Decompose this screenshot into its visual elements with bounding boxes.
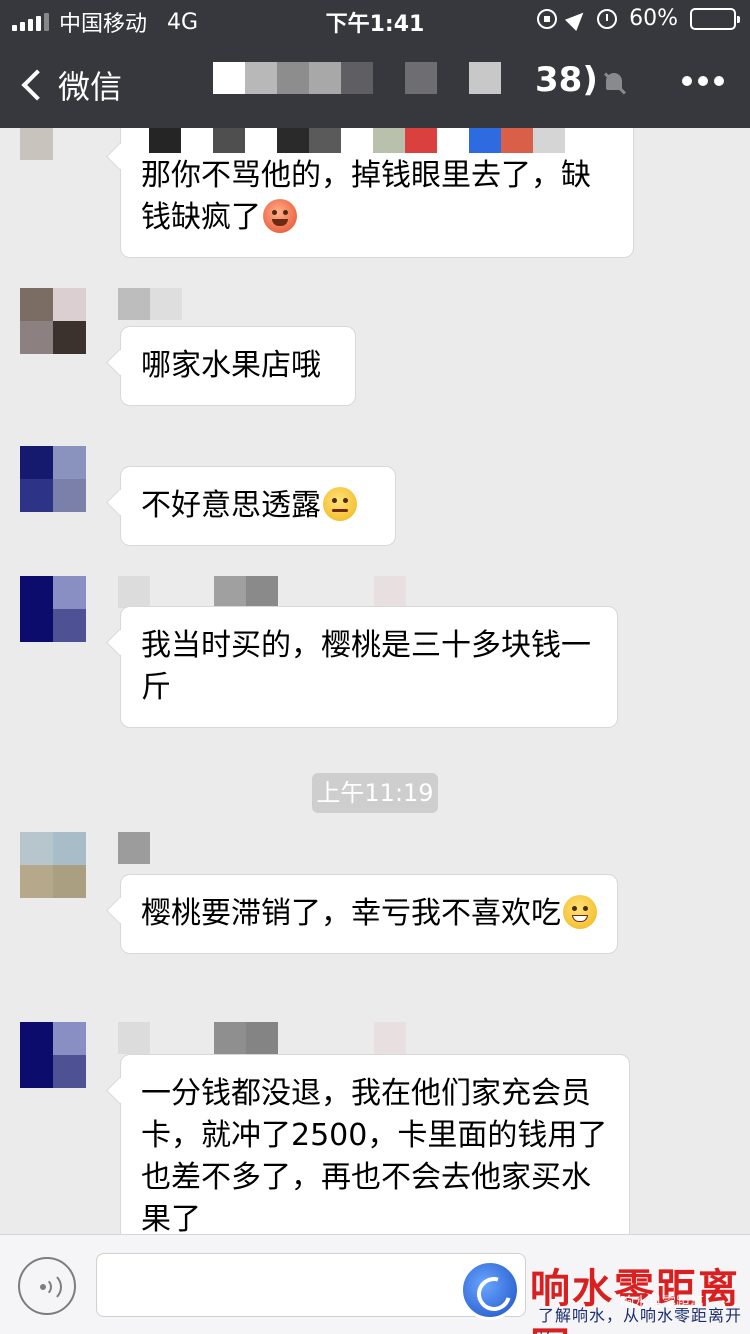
nickname-pixelated <box>149 128 565 153</box>
nickname-pixelated <box>118 832 150 864</box>
avatar[interactable] <box>20 832 86 898</box>
watermark: 响水零距离网 响水县零距离 了解响水，从响水零距离开始 <box>460 1256 750 1334</box>
grinning-face-emoji <box>563 895 597 929</box>
message-text: 樱桃要滞销了，幸亏我不喜欢吃 <box>141 896 561 931</box>
chevron-left-icon <box>21 69 53 101</box>
message-bubble[interactable]: 我当时买的，樱桃是三十多块钱一斤 <box>120 606 618 728</box>
location-icon <box>565 6 590 31</box>
message-bubble[interactable]: 一分钱都没退，我在他们家充会员卡，就冲了2500，卡里面的钱用了也差不多了，再也… <box>120 1054 630 1234</box>
back-button[interactable]: 微信 <box>20 62 122 108</box>
battery-icon <box>690 7 740 30</box>
avatar[interactable] <box>20 446 86 512</box>
chat-title-pixelated <box>213 62 533 94</box>
mute-bell-icon <box>603 72 627 95</box>
message-bubble[interactable]: 樱桃要滞销了，幸亏我不喜欢吃 <box>120 874 618 954</box>
rotation-lock-icon <box>537 8 558 29</box>
chat-area: 那你不骂他的，掉钱眼里去了，缺钱缺疯了 哪家水果店哦 不好意思透露 我当时买的，… <box>0 128 750 1234</box>
nickname-pixelated <box>118 1022 406 1054</box>
message-text: 我当时买的，樱桃是三十多块钱一斤 <box>141 628 591 705</box>
watermark-subtitle: 了解响水，从响水零距离开始 <box>538 1306 743 1334</box>
avatar[interactable] <box>20 1022 86 1088</box>
avatar[interactable] <box>20 288 86 354</box>
voice-dot <box>40 1284 46 1290</box>
top-bar: 中国移动 4G 下午1:41 60% 微信 38) <box>0 0 750 128</box>
angry-face-emoji <box>263 199 297 233</box>
message-text: 哪家水果店哦 <box>141 348 321 383</box>
voice-input-button[interactable] <box>18 1257 76 1315</box>
timestamp: 上午11:19 <box>312 773 438 813</box>
back-label: 微信 <box>58 68 123 106</box>
more-options-button[interactable] <box>682 76 724 86</box>
nickname-pixelated <box>118 576 406 608</box>
battery-percent: 60% <box>629 6 678 31</box>
message-bubble[interactable]: 不好意思透露 <box>120 466 396 546</box>
alarm-icon <box>597 8 618 29</box>
member-count: 38) <box>535 60 598 100</box>
thinking-face-emoji <box>323 487 357 521</box>
message-text: 那你不骂他的，掉钱眼里去了，缺钱缺疯了 <box>141 158 591 235</box>
avatar[interactable] <box>20 576 86 642</box>
watermark-logo-icon <box>460 1260 520 1320</box>
message-text: 不好意思透露 <box>141 488 321 523</box>
message-bubble[interactable]: 哪家水果店哦 <box>120 326 356 406</box>
avatar[interactable] <box>20 128 86 160</box>
message-bubble[interactable]: 那你不骂他的，掉钱眼里去了，缺钱缺疯了 <box>120 128 634 258</box>
status-bar: 中国移动 4G 下午1:41 60% <box>0 0 750 40</box>
nav-bar: 微信 38) <box>0 40 750 128</box>
message-text: 一分钱都没退，我在他们家充会员卡，就冲了2500，卡里面的钱用了也差不多了，再也… <box>141 1076 608 1234</box>
nickname-pixelated <box>118 288 182 320</box>
